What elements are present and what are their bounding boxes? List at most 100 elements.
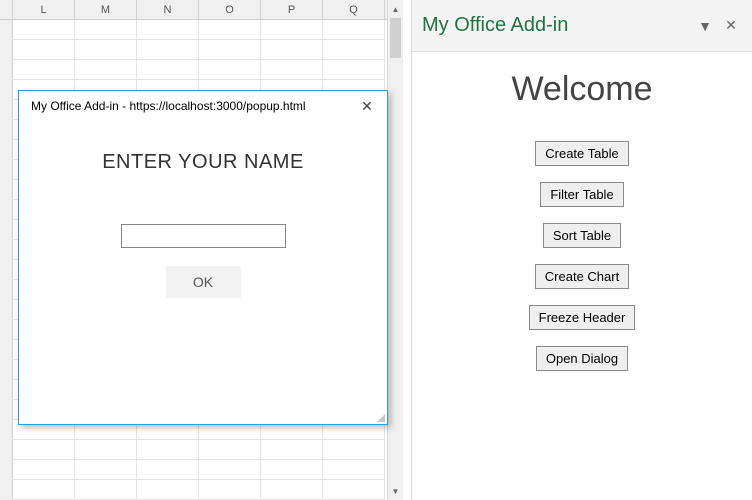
row-header[interactable] — [0, 460, 13, 480]
row-header[interactable] — [0, 240, 13, 260]
button-stack: Create Table Filter Table Sort Table Cre… — [428, 141, 736, 371]
task-pane-body: Welcome Create Table Filter Table Sort T… — [412, 52, 752, 389]
task-pane-title: My Office Add-in — [422, 14, 690, 37]
cell[interactable] — [199, 40, 261, 60]
column-headers: L M N O P Q — [0, 0, 403, 20]
row — [0, 440, 403, 460]
close-icon[interactable]: ✕ — [355, 94, 379, 118]
cell[interactable] — [137, 480, 199, 500]
cell[interactable] — [323, 40, 385, 60]
name-input[interactable] — [121, 224, 286, 248]
row — [0, 60, 403, 80]
row-header[interactable] — [0, 340, 13, 360]
row-header[interactable] — [0, 360, 13, 380]
row-header[interactable] — [0, 480, 13, 500]
cell[interactable] — [13, 20, 75, 40]
row-header[interactable] — [0, 300, 13, 320]
cell[interactable] — [199, 60, 261, 80]
column-header[interactable]: Q — [323, 0, 385, 19]
popup-heading: ENTER YOUR NAME — [39, 151, 367, 174]
row-header[interactable] — [0, 260, 13, 280]
cell[interactable] — [261, 480, 323, 500]
row-header[interactable] — [0, 220, 13, 240]
cell[interactable] — [137, 40, 199, 60]
select-all-corner[interactable] — [0, 0, 13, 19]
row-header[interactable] — [0, 420, 13, 440]
column-header[interactable]: M — [75, 0, 137, 19]
row — [0, 20, 403, 40]
cell[interactable] — [137, 460, 199, 480]
cell[interactable] — [261, 460, 323, 480]
cell[interactable] — [137, 20, 199, 40]
row — [0, 480, 403, 500]
row-header[interactable] — [0, 180, 13, 200]
scroll-thumb[interactable] — [390, 18, 401, 58]
row-header[interactable] — [0, 120, 13, 140]
row-header[interactable] — [0, 320, 13, 340]
cell[interactable] — [261, 20, 323, 40]
column-header[interactable]: O — [199, 0, 261, 19]
cell[interactable] — [323, 20, 385, 40]
pane-menu-icon[interactable]: ▼ — [694, 15, 716, 37]
row-header[interactable] — [0, 440, 13, 460]
create-chart-button[interactable]: Create Chart — [535, 264, 629, 289]
resize-handle[interactable] — [373, 410, 385, 422]
row-header[interactable] — [0, 80, 13, 100]
cell[interactable] — [13, 480, 75, 500]
row-header[interactable] — [0, 60, 13, 80]
row-header[interactable] — [0, 160, 13, 180]
scroll-down-icon[interactable]: ▼ — [388, 482, 403, 500]
scroll-up-icon[interactable]: ▲ — [388, 0, 403, 18]
task-pane-header: My Office Add-in ▼ ✕ — [412, 0, 752, 52]
vertical-scrollbar[interactable]: ▲ ▼ — [387, 0, 403, 500]
cell[interactable] — [13, 440, 75, 460]
popup-titlebar[interactable]: My Office Add-in - https://localhost:300… — [19, 91, 387, 121]
sort-table-button[interactable]: Sort Table — [543, 223, 621, 248]
ok-button[interactable]: OK — [166, 266, 241, 298]
cell[interactable] — [199, 20, 261, 40]
cell[interactable] — [75, 20, 137, 40]
row-header[interactable] — [0, 200, 13, 220]
row — [0, 40, 403, 60]
row — [0, 460, 403, 480]
column-header[interactable]: L — [13, 0, 75, 19]
popup-title-text: My Office Add-in - https://localhost:300… — [31, 99, 355, 113]
popup-dialog: My Office Add-in - https://localhost:300… — [18, 90, 388, 425]
freeze-header-button[interactable]: Freeze Header — [529, 305, 636, 330]
row-header[interactable] — [0, 100, 13, 120]
row-header[interactable] — [0, 380, 13, 400]
cell[interactable] — [13, 460, 75, 480]
pane-splitter[interactable] — [403, 0, 411, 500]
cell[interactable] — [323, 480, 385, 500]
cell[interactable] — [137, 440, 199, 460]
cell[interactable] — [323, 460, 385, 480]
cell[interactable] — [75, 440, 137, 460]
cell[interactable] — [199, 440, 261, 460]
cell[interactable] — [261, 440, 323, 460]
open-dialog-button[interactable]: Open Dialog — [536, 346, 628, 371]
cell[interactable] — [199, 480, 261, 500]
cell[interactable] — [137, 60, 199, 80]
cell[interactable] — [323, 60, 385, 80]
cell[interactable] — [13, 40, 75, 60]
row-header[interactable] — [0, 140, 13, 160]
row-header[interactable] — [0, 280, 13, 300]
cell[interactable] — [75, 460, 137, 480]
filter-table-button[interactable]: Filter Table — [540, 182, 623, 207]
cell[interactable] — [199, 460, 261, 480]
column-header[interactable]: P — [261, 0, 323, 19]
cell[interactable] — [323, 440, 385, 460]
cell[interactable] — [75, 480, 137, 500]
cell[interactable] — [75, 40, 137, 60]
task-pane: My Office Add-in ▼ ✕ Welcome Create Tabl… — [411, 0, 752, 500]
create-table-button[interactable]: Create Table — [535, 141, 628, 166]
cell[interactable] — [261, 60, 323, 80]
cell[interactable] — [261, 40, 323, 60]
cell[interactable] — [75, 60, 137, 80]
pane-close-icon[interactable]: ✕ — [720, 15, 742, 37]
row-header[interactable] — [0, 400, 13, 420]
column-header[interactable]: N — [137, 0, 199, 19]
cell[interactable] — [13, 60, 75, 80]
row-header[interactable] — [0, 40, 13, 60]
row-header[interactable] — [0, 20, 13, 40]
